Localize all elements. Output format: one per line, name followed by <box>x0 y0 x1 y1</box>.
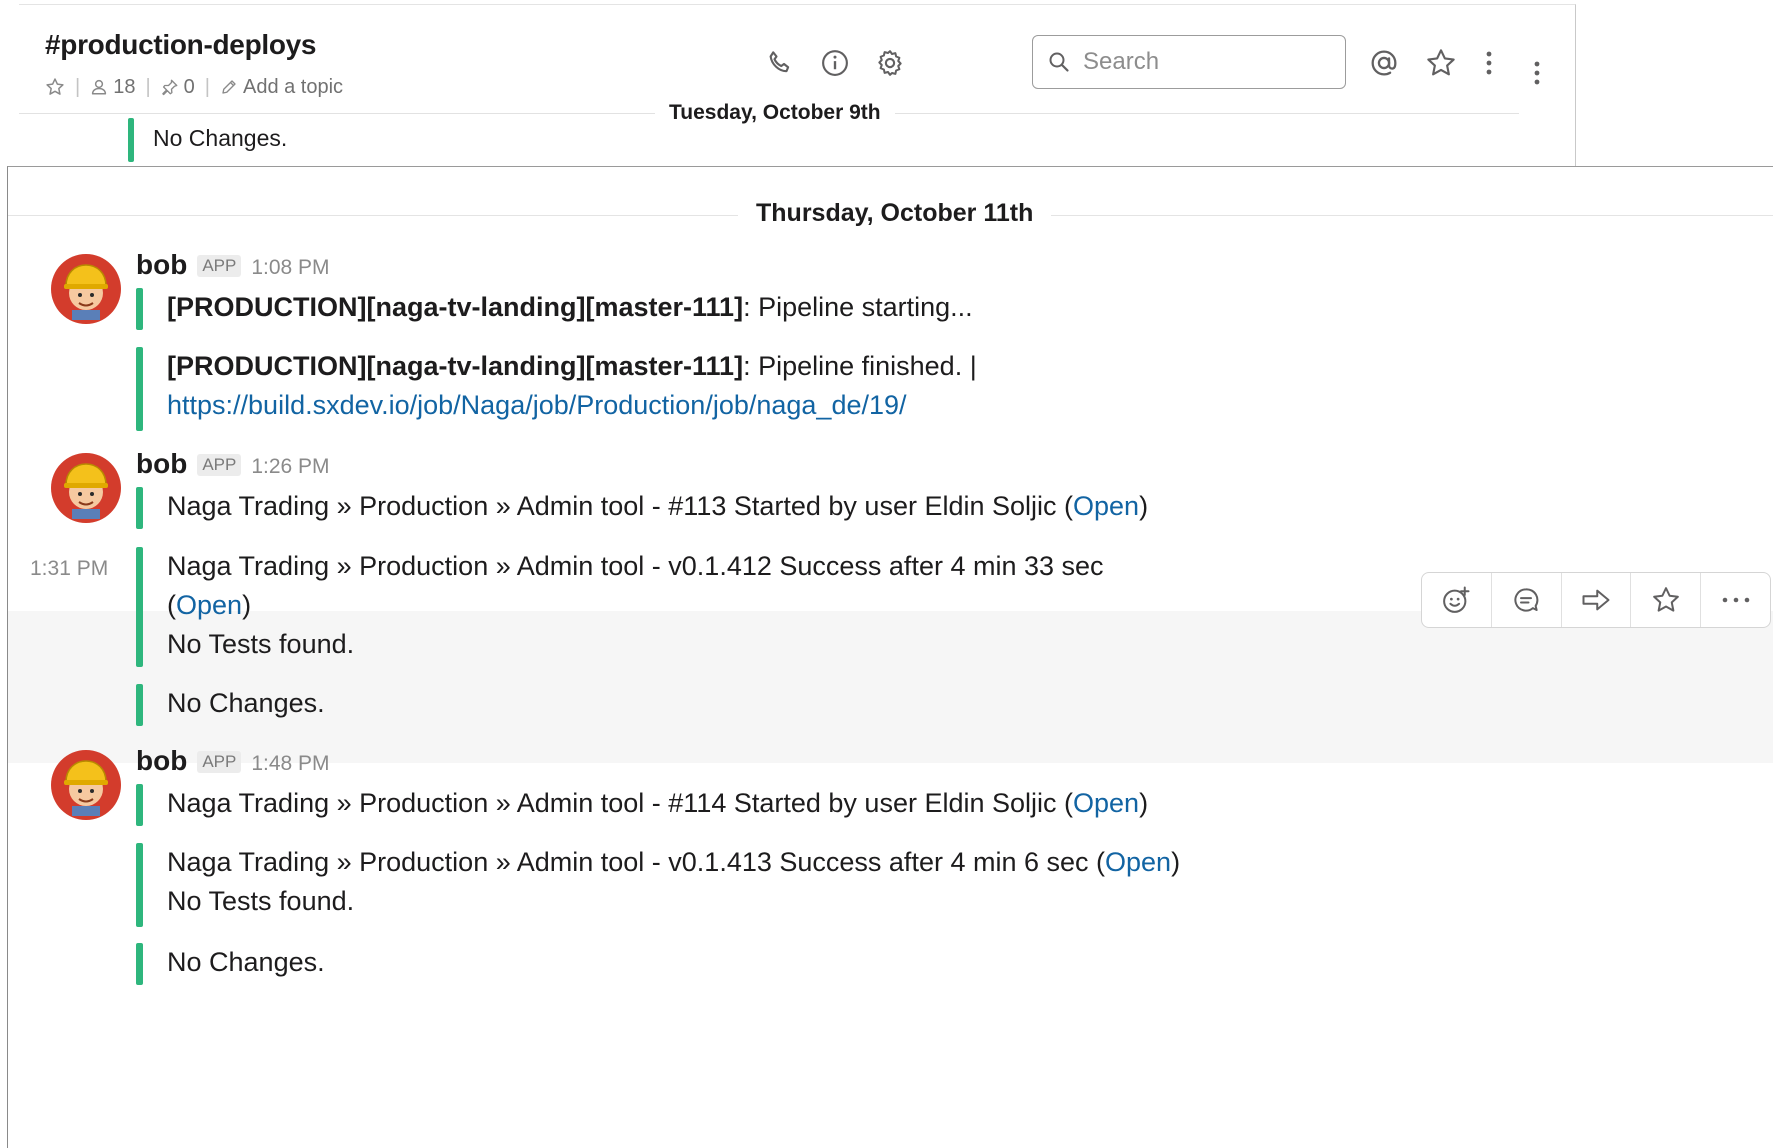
date-divider-label: Thursday, October 11th <box>738 199 1052 228</box>
avatar[interactable] <box>50 749 122 821</box>
attachment-text: [PRODUCTION][naga-tv-landing][master-111… <box>167 344 977 388</box>
channel-meta: | 18 | 0 | Add a topic <box>45 75 343 99</box>
close-paren: ) <box>242 590 252 620</box>
attachment-bar <box>136 547 143 667</box>
attachment-bar <box>136 288 143 330</box>
author-name[interactable]: bob <box>136 448 187 480</box>
start-thread-icon[interactable] <box>1492 573 1562 627</box>
more-icon[interactable] <box>1471 45 1507 81</box>
avatar[interactable] <box>50 452 122 524</box>
open-paren: ( <box>167 590 176 620</box>
author-name[interactable]: bob <box>136 745 187 777</box>
message-actions <box>1421 572 1771 628</box>
pipeline-tag: [PRODUCTION][naga-tv-landing][master-111… <box>167 292 744 322</box>
channel-name[interactable]: #production-deploys <box>45 29 317 61</box>
message-list: Thursday, October 11th bob APP 1:08 PM [… <box>7 166 1773 1148</box>
app-badge: APP <box>197 454 242 476</box>
gear-icon[interactable] <box>872 45 908 81</box>
meta-divider: | <box>75 75 81 98</box>
attachment-text: No Changes. <box>167 688 325 718</box>
job-status: Naga Trading » Production » Admin tool -… <box>167 491 1074 521</box>
close-paren: ) <box>1171 847 1181 877</box>
attachment-text: Naga Trading » Production » Admin tool -… <box>167 840 1180 884</box>
more-icon[interactable] <box>1519 55 1555 91</box>
meta-divider: | <box>145 75 151 98</box>
meta-divider: | <box>204 75 210 98</box>
author-name[interactable]: bob <box>136 249 187 281</box>
pipeline-tag: [PRODUCTION][naga-tv-landing][master-111… <box>167 351 744 381</box>
message-header: bob APP 1:26 PM <box>136 448 330 480</box>
channel-star-icon[interactable] <box>45 77 65 97</box>
hover-timestamp[interactable]: 1:31 PM <box>30 557 108 581</box>
open-link[interactable]: Open <box>1073 491 1139 521</box>
date-divider-label: Tuesday, October 9th <box>655 101 895 125</box>
phone-icon[interactable] <box>762 45 798 81</box>
star-message-icon[interactable] <box>1631 573 1702 627</box>
star-icon[interactable] <box>1423 45 1459 81</box>
open-link[interactable]: Open <box>1105 847 1171 877</box>
pipeline-status: : Pipeline finished. | <box>743 351 977 381</box>
more-actions-icon[interactable] <box>1701 573 1770 627</box>
attachment-bar <box>136 943 143 985</box>
pin-icon <box>161 78 179 96</box>
search-icon <box>1047 50 1071 74</box>
close-paren: ) <box>1139 788 1149 818</box>
attachment-text: Naga Trading » Production » Admin tool -… <box>167 544 1104 588</box>
member-count[interactable]: 18 <box>90 76 135 99</box>
search-input[interactable] <box>1081 47 1325 77</box>
add-reaction-icon[interactable] <box>1422 573 1492 627</box>
attachment-bar <box>136 347 143 431</box>
message-header: bob APP 1:08 PM <box>136 249 330 281</box>
attachment-bar <box>136 487 143 529</box>
pin-count-value: 0 <box>183 75 195 98</box>
search-box[interactable] <box>1032 35 1346 89</box>
message-timestamp[interactable]: 1:48 PM <box>251 752 329 776</box>
pin-count[interactable]: 0 <box>161 76 195 99</box>
open-link[interactable]: Open <box>176 590 242 620</box>
app-badge: APP <box>197 751 242 773</box>
info-icon[interactable] <box>817 45 853 81</box>
job-status: Naga Trading » Production » Admin tool -… <box>167 788 1074 818</box>
pencil-icon <box>220 78 238 96</box>
attachment-bar <box>136 843 143 927</box>
add-topic-button[interactable]: Add a topic <box>220 76 343 99</box>
job-status: Naga Trading » Production » Admin tool -… <box>167 847 1105 877</box>
message-timestamp[interactable]: 1:26 PM <box>251 455 329 479</box>
attachment-text: [PRODUCTION][naga-tv-landing][master-111… <box>167 285 973 329</box>
pipeline-status: : Pipeline starting... <box>743 292 973 322</box>
attachment-text: Naga Trading » Production » Admin tool -… <box>167 781 1148 825</box>
attachment-bar <box>136 784 143 826</box>
share-message-icon[interactable] <box>1562 573 1632 627</box>
member-count-value: 18 <box>113 75 136 98</box>
attachment-text: No Changes. <box>167 947 325 977</box>
attachment-text: No Tests found. <box>167 629 355 659</box>
app-badge: APP <box>197 255 242 277</box>
attachment-text: (Open) <box>167 583 251 627</box>
member-icon <box>90 78 108 96</box>
job-status: Naga Trading » Production » Admin tool -… <box>167 551 1104 581</box>
close-paren: ) <box>1139 491 1149 521</box>
attachment-text: Naga Trading » Production » Admin tool -… <box>167 484 1148 528</box>
message-header: bob APP 1:48 PM <box>136 745 330 777</box>
avatar[interactable] <box>50 253 122 325</box>
attachment-bar <box>128 118 134 162</box>
add-topic-label: Add a topic <box>242 75 344 98</box>
mention-icon[interactable] <box>1366 45 1402 81</box>
attachment-bar <box>136 684 143 726</box>
message-text: No Changes. <box>153 125 288 151</box>
build-link[interactable]: https://build.sxdev.io/job/Naga/job/Prod… <box>167 390 907 420</box>
channel-header-panel: #production-deploys | 18 | 0 | Add a top… <box>19 4 1576 168</box>
build-link-line: https://build.sxdev.io/job/Naga/job/Prod… <box>167 383 907 427</box>
open-link[interactable]: Open <box>1073 788 1139 818</box>
attachment-text: No Tests found. <box>167 886 355 916</box>
message-timestamp[interactable]: 1:08 PM <box>251 256 329 280</box>
